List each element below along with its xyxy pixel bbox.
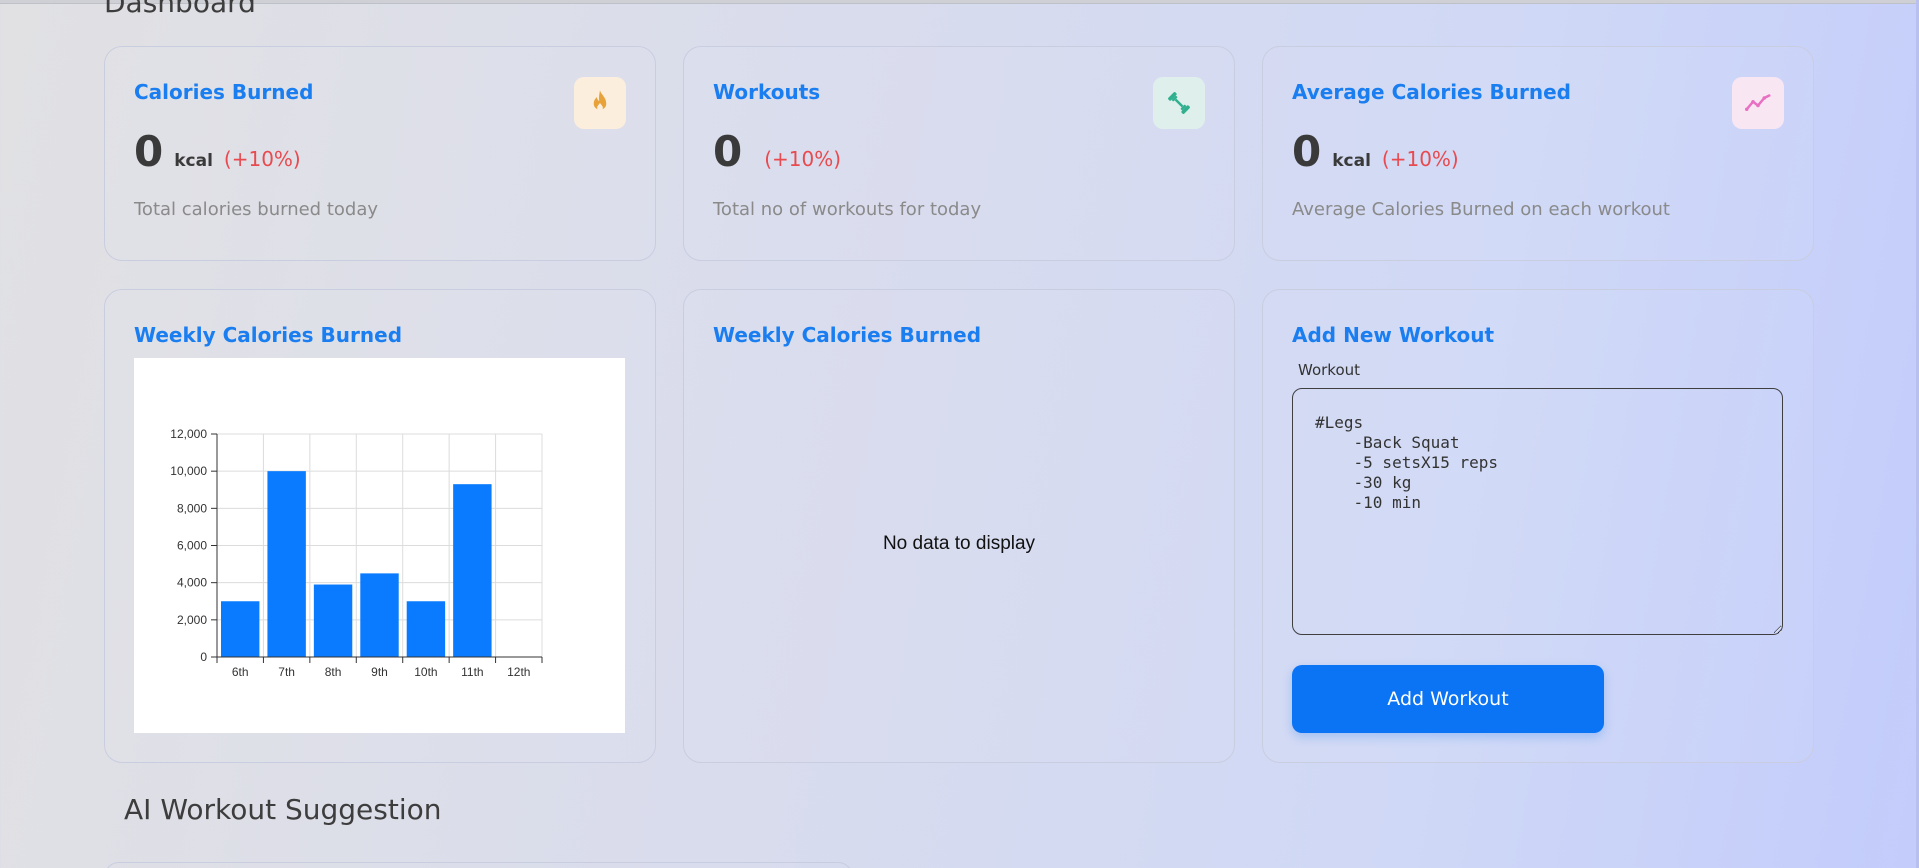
stat-description: Total calories burned today [134, 199, 379, 220]
top-border [0, 0, 1919, 4]
weekly-pie-title: Weekly Calories Burned [713, 323, 982, 347]
y-tick-label: 2,000 [177, 613, 207, 627]
bar-chart: 0 2,000 4,000 6,000 8,000 10,000 12,000 6th 7th 8… [134, 358, 625, 733]
x-tick-label: 11th [461, 665, 483, 679]
ai-suggestion-title: AI Workout Suggestion [124, 793, 442, 826]
stat-value-row: 0 (+10%) [713, 131, 841, 173]
bar [406, 601, 446, 657]
x-tick-label: 7th [278, 665, 295, 679]
bar [221, 601, 260, 657]
x-tick-label: 12th [507, 665, 530, 679]
stat-change: (+10%) [764, 147, 842, 171]
workout-textarea[interactable] [1292, 388, 1783, 635]
stat-description: Average Calories Burned on each workout [1292, 199, 1670, 220]
stat-card-title: Average Calories Burned [1292, 80, 1571, 104]
bar-chart-svg: 0 2,000 4,000 6,000 8,000 10,000 12,000 6th 7th 8… [170, 427, 543, 679]
add-workout-button[interactable]: Add Workout [1292, 665, 1604, 733]
stat-unit: kcal [174, 151, 213, 171]
x-tick-label: 10th [414, 665, 437, 679]
y-tick-label: 0 [200, 650, 207, 664]
bar [313, 584, 353, 657]
stat-value-row: 0 kcal (+10%) [134, 131, 301, 173]
stat-card-workouts: Workouts 0 (+10%) Total no of workouts f… [683, 46, 1235, 261]
add-workout-title: Add New Workout [1292, 323, 1495, 347]
y-tick-label: 4,000 [177, 576, 207, 590]
stat-value: 0 [1292, 127, 1322, 176]
stat-change: (+10%) [1381, 147, 1459, 171]
stat-value-row: 0 kcal (+10%) [1292, 131, 1459, 173]
y-tick-label: 8,000 [177, 501, 207, 515]
weekly-chart-card: Weekly Calories Burned 0 2,000 4,000 6,000 8… [104, 289, 656, 763]
no-data-message: No data to display [882, 533, 1036, 554]
stat-card-title: Calories Burned [134, 80, 314, 104]
dumbbell-icon [1168, 92, 1190, 114]
stat-card-title: Workouts [713, 80, 821, 104]
y-tick-label: 10,000 [170, 464, 207, 478]
stat-card-average: Average Calories Burned 0 kcal (+10%) Av… [1262, 46, 1814, 261]
workout-field-label: Workout [1298, 361, 1361, 379]
dumbbell-icon-box [1153, 77, 1205, 129]
add-workout-card: Add New Workout Workout Add Workout [1262, 289, 1814, 763]
stat-unit: kcal [1332, 151, 1371, 171]
y-tick-label: 6,000 [177, 539, 207, 553]
weekly-chart-title: Weekly Calories Burned [134, 323, 403, 347]
weekly-pie-card: Weekly Calories Burned No data to displa… [683, 289, 1235, 763]
bar [453, 484, 492, 657]
stat-value: 0 [713, 127, 743, 176]
bar [360, 573, 399, 657]
fire-icon-box [574, 77, 626, 129]
suggestion-card [104, 862, 853, 868]
y-tick-label: 12,000 [170, 427, 207, 441]
bar [267, 471, 306, 657]
stat-description: Total no of workouts for today [713, 199, 982, 220]
x-tick-label: 8th [325, 665, 342, 679]
stat-value: 0 [134, 127, 164, 176]
page-title: Dashboard [104, 0, 256, 19]
x-tick-label: 6th [232, 665, 249, 679]
stat-card-calories: Calories Burned 0 kcal (+10%) Total calo… [104, 46, 656, 261]
trend-up-icon [1745, 94, 1771, 111]
x-tick-label: 9th [371, 665, 388, 679]
fire-icon [593, 90, 607, 111]
stat-change: (+10%) [223, 147, 301, 171]
trend-up-icon-box [1732, 77, 1784, 129]
